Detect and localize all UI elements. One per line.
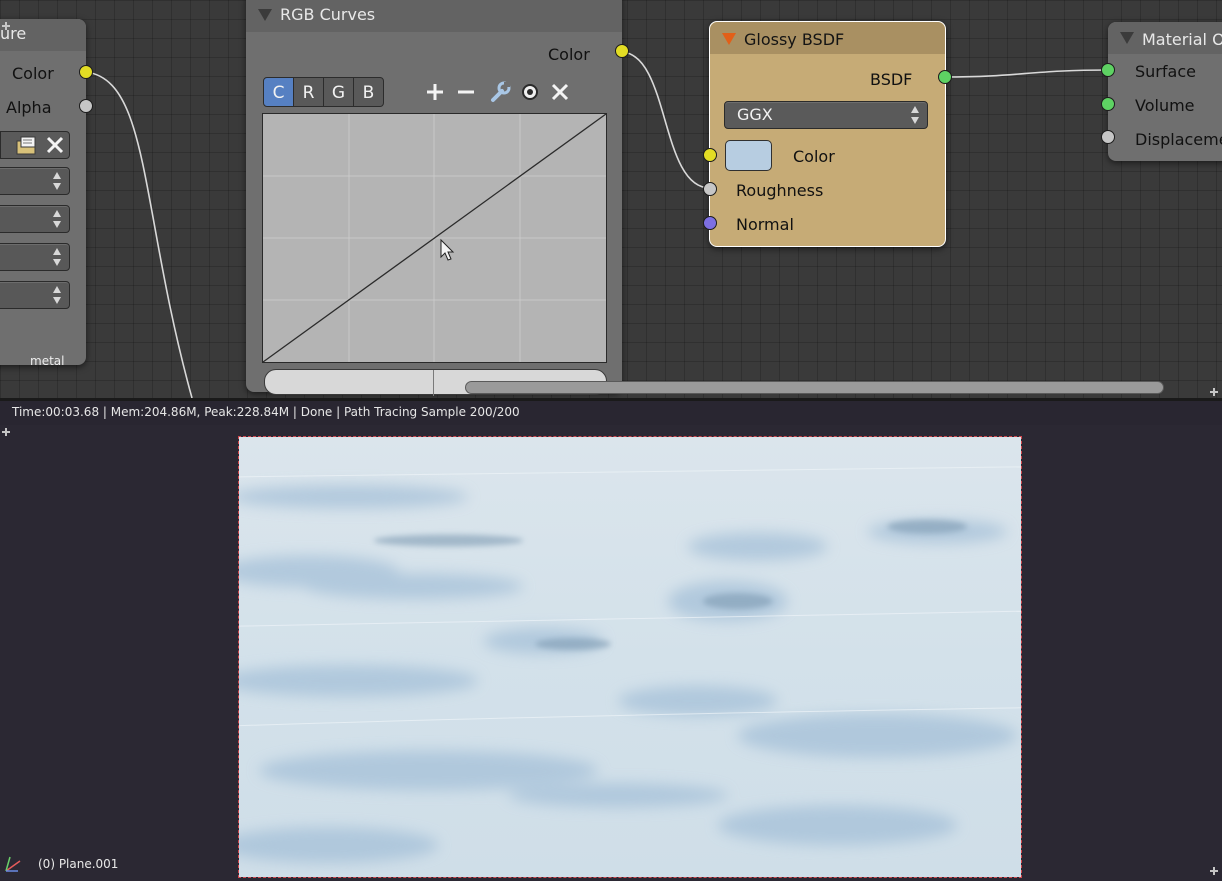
collapse-triangle-icon[interactable] [1120, 32, 1134, 44]
wrench-icon[interactable] [489, 81, 511, 103]
link-curves-to-glossy [621, 51, 711, 189]
axis-gizmo-icon [2, 853, 24, 875]
input-label-volume: Volume [1135, 96, 1195, 115]
rgb-curves-node[interactable]: RGB Curves Color C R G B [246, 0, 629, 396]
tab-channel-b[interactable]: B [353, 77, 384, 107]
socket-displacement-input[interactable] [1101, 130, 1115, 144]
node-title: RGB Curves [280, 5, 376, 24]
horizontal-scrollbar[interactable] [465, 381, 1164, 394]
node-header[interactable]: Glossy BSDF [710, 22, 945, 54]
output-label-alpha: Alpha [6, 98, 52, 117]
close-x-icon[interactable] [43, 135, 67, 156]
updown-arrows-icon [53, 286, 61, 304]
updown-arrows-icon [53, 172, 61, 190]
curve-svg [262, 113, 607, 363]
channel-tabs: C R G B [263, 77, 384, 107]
socket-color-input[interactable] [703, 148, 717, 162]
input-label-roughness: Roughness [736, 181, 824, 200]
socket-normal-input[interactable] [703, 216, 717, 230]
socket-roughness-input[interactable] [703, 182, 717, 196]
tab-channel-g[interactable]: G [323, 77, 354, 107]
input-label-normal: Normal [736, 215, 794, 234]
node-header[interactable]: RGB Curves [246, 0, 622, 32]
updown-arrows-icon [53, 210, 61, 228]
image-name-label: metal [30, 354, 65, 368]
curve-graph[interactable] [262, 113, 607, 363]
tab-channel-c[interactable]: C [263, 77, 294, 107]
image-file-row [0, 131, 70, 159]
output-label-color: Color [548, 45, 590, 64]
minus-icon[interactable] [455, 81, 477, 103]
render-status-bar: Time:00:03.68 | Mem:204.86M, Peak:228.84… [0, 401, 1222, 425]
socket-surface-input[interactable] [1101, 63, 1115, 77]
render-info-text: Time:00:03.68 | Mem:204.86M, Peak:228.84… [12, 405, 520, 419]
output-label-color: Color [12, 64, 54, 83]
color-swatch[interactable] [725, 140, 772, 171]
socket-volume-input[interactable] [1101, 97, 1115, 111]
socket-color-output[interactable] [79, 65, 93, 79]
node-editor[interactable]: ure Color Alpha metal RGB Curves Color C… [0, 0, 1222, 398]
socket-color-output[interactable] [615, 44, 629, 58]
area-corner-plus-icon[interactable] [2, 22, 10, 30]
dropdown-interpolation[interactable] [0, 167, 70, 195]
area-corner-plus-icon[interactable] [2, 428, 10, 436]
blender-window: ure Color Alpha metal RGB Curves Color C… [0, 0, 1222, 881]
updown-arrows-icon [911, 106, 919, 124]
area-corner-plus-icon[interactable] [1210, 388, 1218, 396]
area-corner-plus-icon[interactable] [1210, 867, 1218, 875]
render-image [239, 437, 1021, 877]
link-glossy-to-output [944, 69, 1111, 78]
dropdown-extension[interactable] [0, 243, 70, 271]
distribution-dropdown[interactable]: GGX [724, 101, 928, 129]
socket-alpha-output[interactable] [79, 99, 93, 113]
input-label-surface: Surface [1135, 62, 1196, 81]
glossy-bsdf-node[interactable]: Glossy BSDF BSDF GGX Color Roughness Nor… [703, 21, 952, 247]
circle-icon[interactable] [519, 81, 541, 103]
node-header[interactable]: Material O [1108, 22, 1222, 54]
image-texture-node[interactable]: ure Color Alpha metal [0, 19, 93, 368]
updown-arrows-icon [53, 248, 61, 266]
render-result-frame[interactable] [238, 436, 1022, 878]
image-editor[interactable]: (0) Plane.001 [0, 425, 1222, 881]
collapse-triangle-icon[interactable] [258, 9, 272, 21]
node-header[interactable]: ure [0, 19, 86, 51]
input-label-displacement: Displaceme [1135, 130, 1222, 149]
node-title: Material O [1142, 30, 1222, 49]
plus-icon[interactable] [424, 81, 446, 103]
node-title: Glossy BSDF [744, 30, 845, 49]
collapse-triangle-icon[interactable] [722, 33, 736, 45]
link-texture-to-bottom [85, 71, 193, 398]
dropdown-projection[interactable] [0, 205, 70, 233]
x-icon[interactable] [549, 81, 571, 103]
distribution-value: GGX [737, 105, 773, 124]
input-label-color: Color [793, 147, 835, 166]
active-object-label: (0) Plane.001 [38, 857, 119, 871]
material-output-node[interactable]: Material O Surface Volume Displaceme [1101, 22, 1222, 161]
open-file-icon[interactable] [15, 135, 39, 156]
dropdown-color-space[interactable] [0, 281, 70, 309]
output-label-bsdf: BSDF [870, 70, 913, 89]
mouse-cursor-icon [440, 238, 455, 261]
tab-channel-r[interactable]: R [293, 77, 324, 107]
socket-bsdf-output[interactable] [938, 70, 952, 84]
